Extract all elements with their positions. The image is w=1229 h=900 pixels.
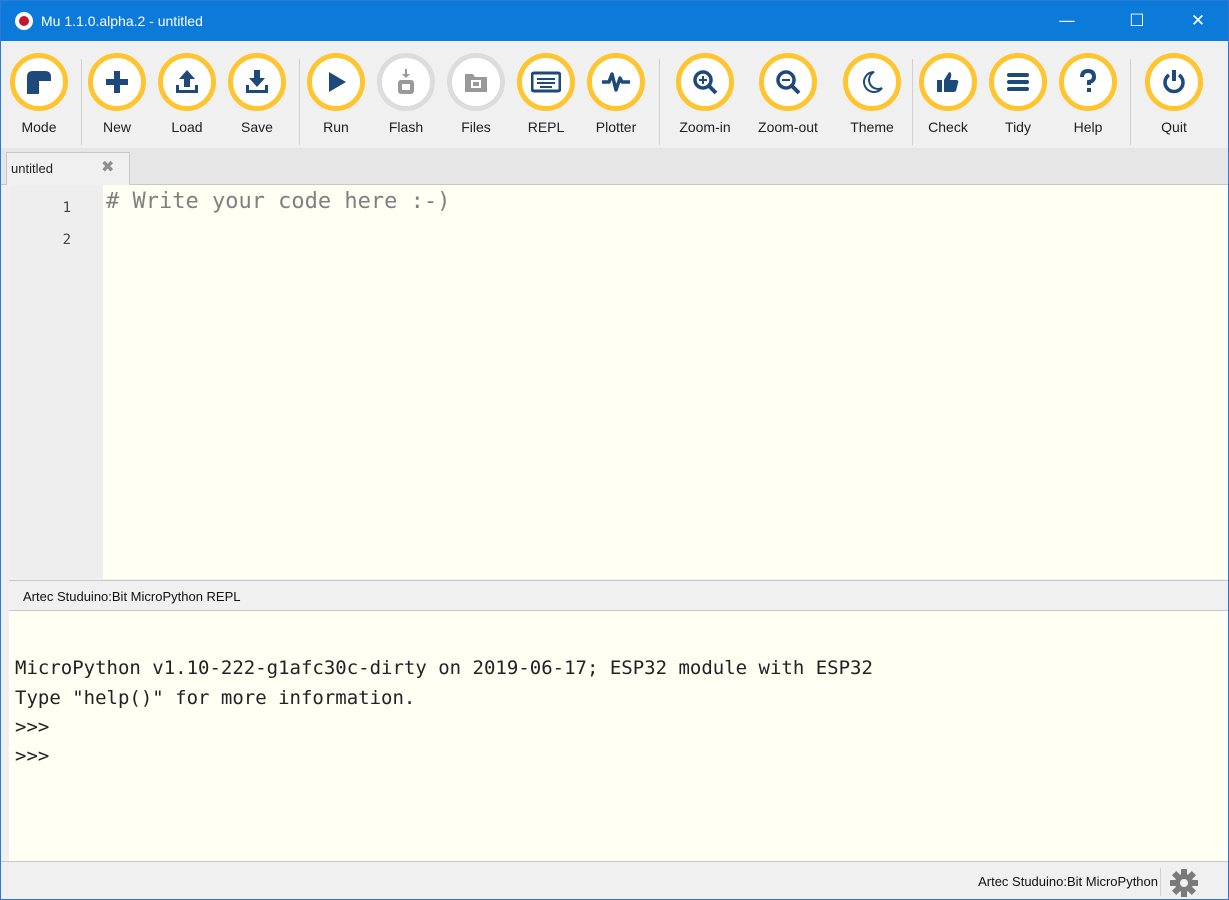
title-bar: Mu 1.1.0.alpha.2 - untitled — ☐ ✕ xyxy=(1,1,1228,41)
repl-output-line: MicroPython v1.10-222-g1afc30c-dirty on … xyxy=(15,657,873,679)
flash-icon xyxy=(377,53,435,111)
mu-editor-window: Mu 1.1.0.alpha.2 - untitled — ☐ ✕ Mode N… xyxy=(0,0,1229,900)
tidy-label: Tidy xyxy=(1005,119,1031,135)
flash-label: Flash xyxy=(388,119,424,135)
toolbar-separator xyxy=(299,59,300,145)
repl-console[interactable]: MicroPython v1.10-222-g1afc30c-dirty on … xyxy=(9,610,1228,861)
plotter-button[interactable]: Plotter xyxy=(584,53,648,135)
run-button[interactable]: Run xyxy=(304,53,368,135)
status-bar: Artec Studuino:Bit MicroPython xyxy=(1,861,1228,899)
run-label: Run xyxy=(323,119,349,135)
power-icon xyxy=(1145,53,1203,111)
check-label: Check xyxy=(928,119,968,135)
mode-button[interactable]: Mode xyxy=(7,53,71,135)
moon-icon xyxy=(843,53,901,111)
load-label: Load xyxy=(171,119,203,135)
repl-button[interactable]: REPL xyxy=(514,53,578,135)
tidy-button[interactable]: Tidy xyxy=(986,53,1050,135)
files-icon xyxy=(447,53,505,111)
play-icon xyxy=(307,53,365,111)
help-button[interactable]: Help xyxy=(1056,53,1120,135)
download-icon xyxy=(228,53,286,111)
maximize-button[interactable]: ☐ xyxy=(1114,1,1160,41)
theme-button[interactable]: Theme xyxy=(840,53,904,135)
repl-title: Artec Studuino:Bit MicroPython REPL xyxy=(23,589,241,604)
window-title: Mu 1.1.0.alpha.2 - untitled xyxy=(41,13,203,29)
tab-untitled[interactable]: untitled ✖ xyxy=(6,152,130,185)
close-window-button[interactable]: ✕ xyxy=(1175,1,1221,41)
plotter-label: Plotter xyxy=(595,119,637,135)
new-button[interactable]: New xyxy=(85,53,149,135)
toolbar-separator xyxy=(1130,59,1131,145)
gear-icon[interactable] xyxy=(1169,868,1199,898)
mode-label: Mode xyxy=(21,119,57,135)
tab-bar: untitled ✖ xyxy=(1,148,1228,185)
quit-label: Quit xyxy=(1161,119,1187,135)
toolbar-separator xyxy=(81,59,82,145)
line-number: 1 xyxy=(62,200,71,216)
zoom-in-label: Zoom-in xyxy=(679,119,731,135)
new-label: New xyxy=(102,119,131,135)
check-button[interactable]: Check xyxy=(916,53,980,135)
upload-icon xyxy=(158,53,216,111)
flash-button[interactable]: Flash xyxy=(374,53,438,135)
save-button[interactable]: Save xyxy=(225,53,289,135)
code-editor[interactable]: 1 2 # Write your code here :-) xyxy=(9,185,1228,579)
toolbar-separator xyxy=(912,59,913,145)
status-mode-label[interactable]: Artec Studuino:Bit MicroPython xyxy=(978,874,1158,889)
repl-prompt-line[interactable]: >>> xyxy=(15,745,49,767)
help-label: Help xyxy=(1073,119,1103,135)
load-button[interactable]: Load xyxy=(155,53,219,135)
files-label: Files xyxy=(461,119,491,135)
line-number: 2 xyxy=(62,232,71,248)
repl-label: REPL xyxy=(527,119,565,135)
theme-label: Theme xyxy=(850,119,894,135)
tab-label: untitled xyxy=(11,161,53,176)
zoom-in-button[interactable]: Zoom-in xyxy=(673,53,737,135)
toolbar: Mode New Load Save Run Flash Files REPL … xyxy=(1,41,1228,147)
line-number-gutter: 1 2 xyxy=(9,185,103,579)
plus-icon xyxy=(88,53,146,111)
zoom-out-label: Zoom-out xyxy=(758,119,818,135)
code-line[interactable]: # Write your code here :-) xyxy=(106,189,450,214)
save-label: Save xyxy=(241,119,273,135)
quit-button[interactable]: Quit xyxy=(1142,53,1206,135)
repl-prompt-line: >>> xyxy=(15,716,50,738)
zoom-in-icon xyxy=(676,53,734,111)
repl-header: Artec Studuino:Bit MicroPython REPL xyxy=(9,580,1228,611)
toolbar-separator xyxy=(659,59,660,145)
zoom-out-icon xyxy=(759,53,817,111)
status-separator xyxy=(1160,868,1161,896)
zoom-out-button[interactable]: Zoom-out xyxy=(756,53,820,135)
keyboard-icon xyxy=(517,53,575,111)
thumbs-up-icon xyxy=(919,53,977,111)
minimize-button[interactable]: — xyxy=(1044,1,1090,41)
mu-logo-icon xyxy=(15,12,33,30)
lines-icon xyxy=(989,53,1047,111)
repl-output-line: Type "help()" for more information. xyxy=(15,687,416,709)
tab-close-icon[interactable]: ✖ xyxy=(101,159,114,177)
files-button[interactable]: Files xyxy=(444,53,508,135)
question-icon xyxy=(1059,53,1117,111)
mode-icon xyxy=(10,53,68,111)
pulse-icon xyxy=(587,53,645,111)
